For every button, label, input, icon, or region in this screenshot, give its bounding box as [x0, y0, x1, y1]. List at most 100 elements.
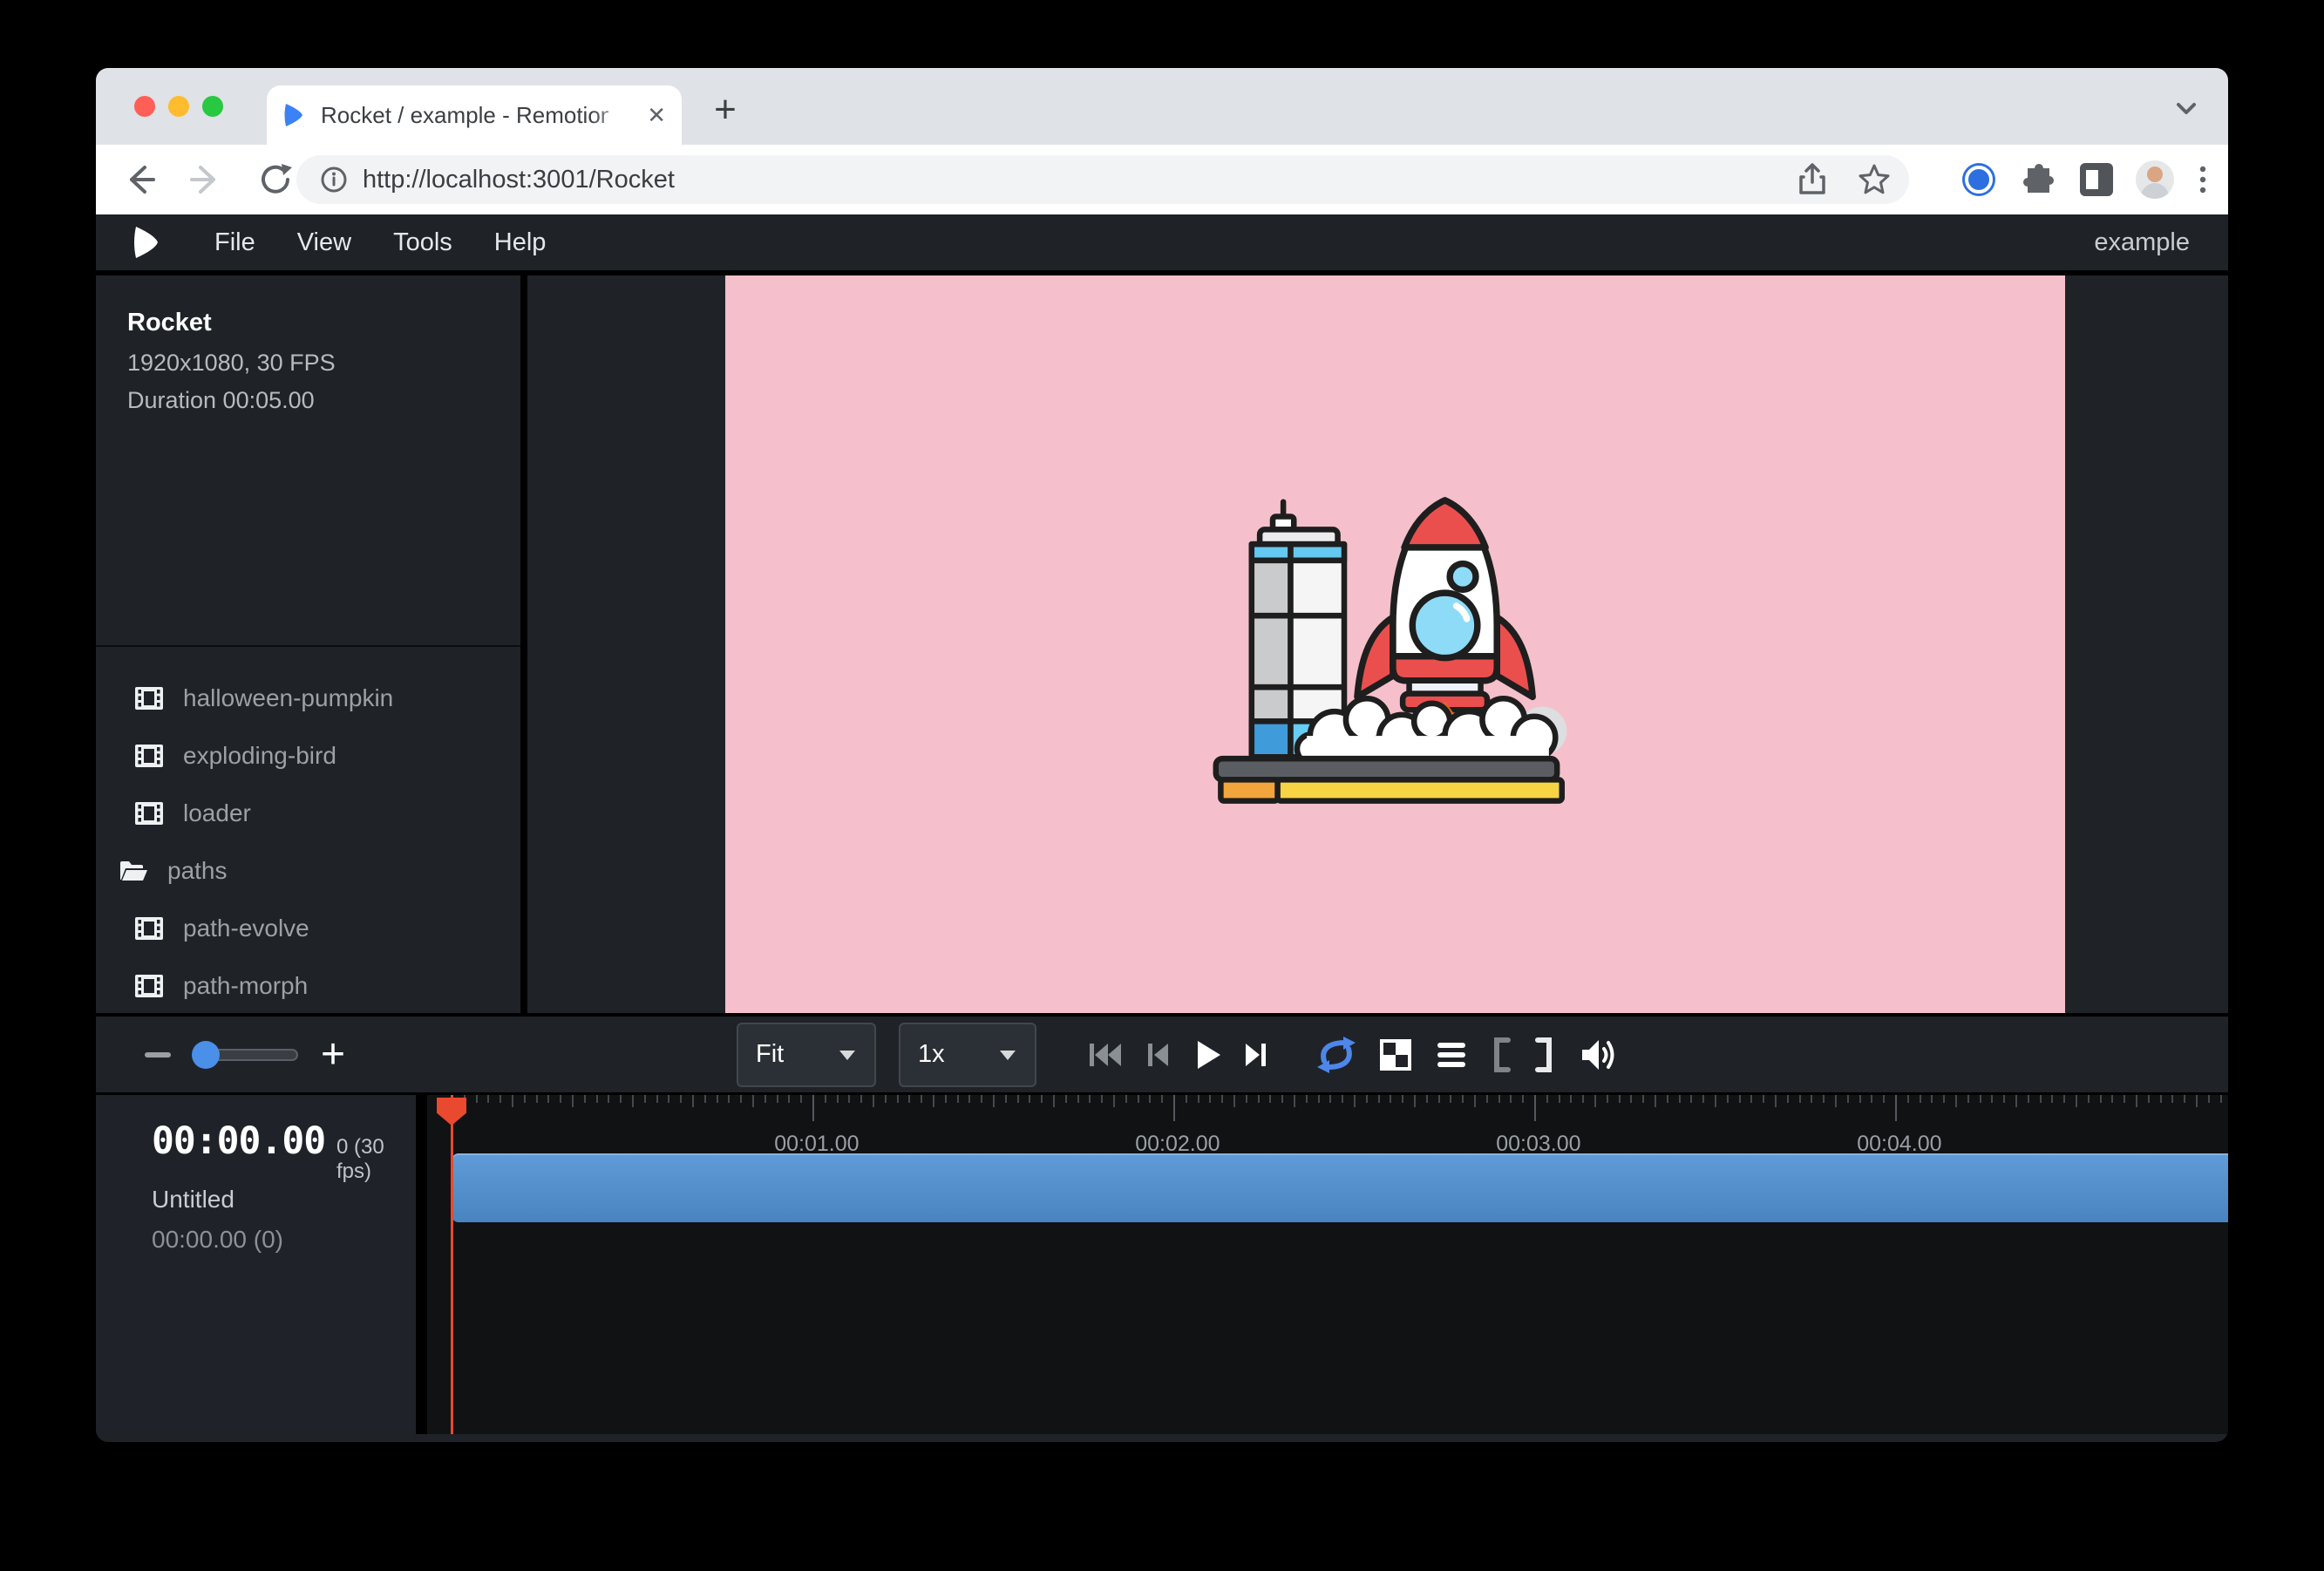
- sidebar-composition-loader[interactable]: loader: [96, 785, 520, 842]
- caret-down-icon: [998, 1048, 1017, 1062]
- skip-to-start-button[interactable]: [1087, 1039, 1124, 1071]
- folder-open-icon: [119, 859, 148, 883]
- ruler-tick: [584, 1095, 586, 1103]
- current-timecode: 00:00.00: [152, 1119, 325, 1163]
- share-icon[interactable]: [1797, 163, 1827, 196]
- sidebar-divider: [96, 645, 520, 647]
- ruler-tick: [476, 1095, 478, 1103]
- ruler-tick: [957, 1095, 959, 1103]
- play-button[interactable]: [1192, 1038, 1223, 1071]
- timeline-tracks-button[interactable]: [1434, 1039, 1469, 1071]
- composition-label: exploding-bird: [183, 742, 336, 770]
- sidebar-composition-path-morph[interactable]: path-morph: [96, 957, 520, 1013]
- preview-area: [527, 275, 2228, 1013]
- ruler-tick: [1281, 1095, 1283, 1103]
- profile-avatar[interactable]: [2136, 160, 2174, 199]
- video-canvas[interactable]: [725, 275, 2065, 1013]
- onepassword-extension-icon[interactable]: [1960, 160, 1998, 199]
- ruler-tick: [740, 1095, 742, 1103]
- ruler-tick: [873, 1095, 874, 1107]
- menu-view[interactable]: View: [276, 228, 372, 257]
- film-icon: [135, 917, 163, 940]
- ruler-tick: [1198, 1095, 1199, 1103]
- sidebar-composition-exploding-bird[interactable]: exploding-bird: [96, 727, 520, 785]
- playback-speed-select[interactable]: 1x: [899, 1023, 1036, 1087]
- tab-title-fade: [591, 103, 635, 129]
- track-name-label[interactable]: Untitled: [152, 1186, 416, 1214]
- playhead-handle[interactable]: [437, 1098, 466, 1126]
- address-bar[interactable]: http://localhost:3001/Rocket: [296, 155, 1909, 204]
- browser-tab[interactable]: Rocket / example - Remotion P ✕: [267, 85, 682, 145]
- site-info-icon[interactable]: [319, 165, 349, 194]
- sidebar-folder-paths[interactable]: paths: [96, 842, 520, 900]
- ruler-tick: [656, 1095, 658, 1103]
- playhead-line[interactable]: [451, 1095, 453, 1434]
- timeline-track-area[interactable]: 00:01.0000:02.0000:03.0000:04.00: [427, 1095, 2228, 1434]
- transparency-checkerboard-button[interactable]: [1378, 1037, 1413, 1072]
- current-frame-label: 0 (30 fps): [336, 1135, 416, 1184]
- menu-help[interactable]: Help: [473, 228, 567, 257]
- ruler-tick: [2088, 1095, 2090, 1103]
- playback-controls-bar: + Fit 1x: [96, 1013, 2228, 1095]
- main-area: Rocket 1920x1080, 30 FPS Duration 00:05.…: [96, 275, 2228, 1013]
- timeline-zoom-slider[interactable]: [194, 1048, 298, 1062]
- maximize-window-button[interactable]: [202, 96, 223, 117]
- ruler-tick: [1546, 1095, 1548, 1103]
- skip-to-end-button[interactable]: [1242, 1039, 1272, 1071]
- canvas-size-select[interactable]: Fit: [737, 1023, 876, 1087]
- previous-frame-button[interactable]: [1143, 1039, 1172, 1071]
- close-window-button[interactable]: [134, 96, 155, 117]
- chevron-down-icon[interactable]: [2171, 92, 2202, 124]
- ruler-tick: [2003, 1095, 2005, 1103]
- forward-button[interactable]: [187, 160, 225, 199]
- timeline-sequence-bar[interactable]: [452, 1153, 2228, 1222]
- composition-label: path-morph: [183, 972, 308, 1000]
- remotion-logo-icon[interactable]: [131, 223, 160, 262]
- ruler-tick: [968, 1095, 970, 1103]
- ruler-tick: [908, 1095, 910, 1103]
- extensions-puzzle-icon[interactable]: [2021, 161, 2057, 198]
- tab-close-icon[interactable]: ✕: [647, 104, 666, 126]
- ruler-tick: [1811, 1095, 1812, 1103]
- new-tab-button[interactable]: +: [706, 91, 744, 129]
- slider-thumb[interactable]: [192, 1041, 220, 1069]
- ruler-tick: [2051, 1095, 2053, 1103]
- out-point-button[interactable]: [1533, 1036, 1556, 1074]
- volume-button[interactable]: [1577, 1036, 1619, 1074]
- zoom-out-icon[interactable]: [145, 1052, 171, 1058]
- ruler-tick: [2040, 1095, 2042, 1103]
- menu-file[interactable]: File: [194, 228, 276, 257]
- reload-button[interactable]: [256, 160, 295, 199]
- ruler-tick: [1077, 1095, 1079, 1103]
- sidebar-composition-path-evolve[interactable]: path-evolve: [96, 900, 520, 957]
- loop-toggle-button[interactable]: [1315, 1037, 1357, 1073]
- ruler-tick: [933, 1095, 934, 1107]
- ruler-tick: [1607, 1095, 1608, 1103]
- url-text[interactable]: http://localhost:3001/Rocket: [363, 166, 675, 194]
- ruler-tick: [1559, 1095, 1560, 1103]
- ruler-tick: [1089, 1095, 1091, 1103]
- menu-tools[interactable]: Tools: [372, 228, 473, 257]
- sidebar-composition-halloween-pumpkin[interactable]: halloween-pumpkin: [96, 670, 520, 727]
- sidebar-extension-icon[interactable]: [2080, 163, 2113, 196]
- ruler-tick: [1173, 1095, 1175, 1121]
- in-point-button[interactable]: [1490, 1036, 1512, 1074]
- sidebar-preview-divider[interactable]: [520, 275, 527, 1013]
- ruler-tick: [1450, 1095, 1451, 1103]
- bookmark-star-icon[interactable]: [1857, 162, 1892, 197]
- timeline-panel: 00:00.00 0 (30 fps) Untitled 00:00.00 (0…: [96, 1095, 2228, 1434]
- ruler-tick: [692, 1095, 694, 1107]
- ruler-tick: [680, 1095, 682, 1103]
- ruler-tick: [1246, 1095, 1247, 1103]
- browser-menu-icon[interactable]: [2197, 162, 2209, 197]
- minimize-window-button[interactable]: [168, 96, 189, 117]
- ruler-tick: [1967, 1095, 1969, 1103]
- tab-title: Rocket / example - Remotion P: [321, 102, 608, 129]
- zoom-in-icon[interactable]: +: [321, 1034, 345, 1076]
- ruler-tick: [499, 1095, 501, 1103]
- back-button[interactable]: [120, 160, 159, 199]
- ruler-tick: [2076, 1095, 2077, 1107]
- speed-select-value: 1x: [918, 1040, 945, 1069]
- ruler-tick: [1029, 1095, 1030, 1103]
- ruler-tick: [2015, 1095, 2017, 1107]
